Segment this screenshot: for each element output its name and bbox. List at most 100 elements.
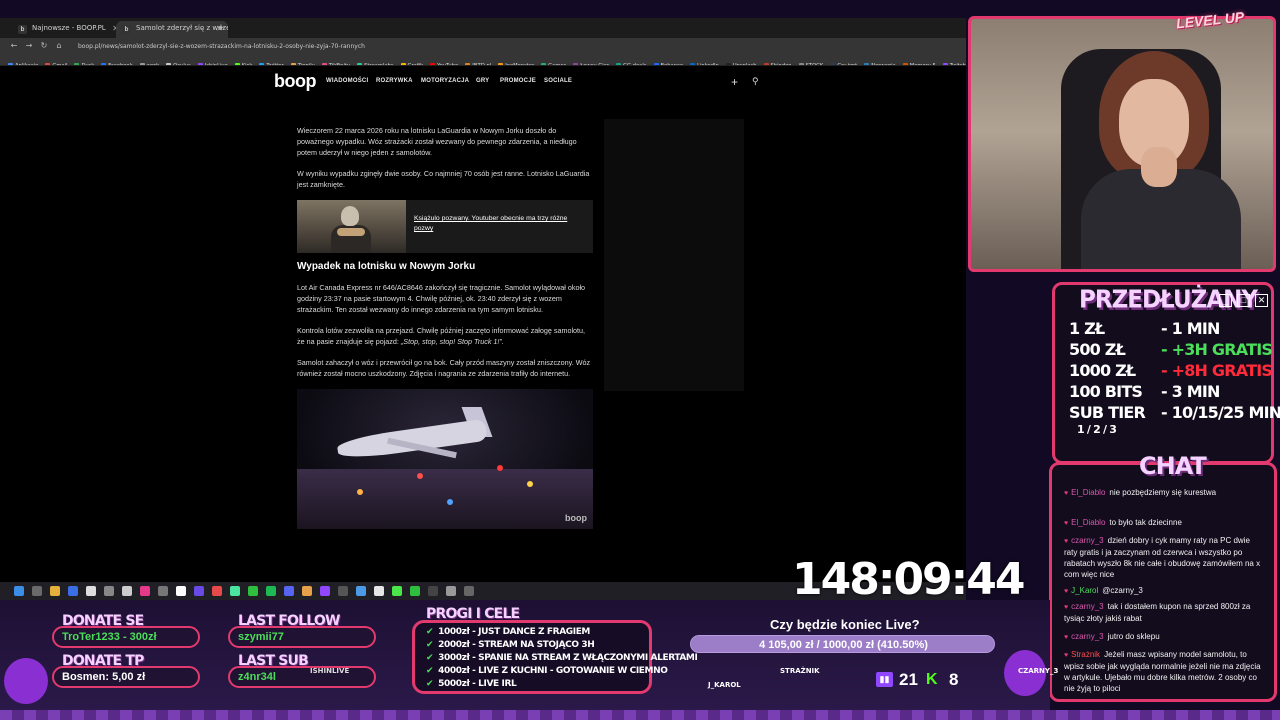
bookmark-label: IshinLive bbox=[204, 63, 228, 66]
kick-icon: K bbox=[926, 671, 938, 688]
bookmark-favicon-icon bbox=[616, 63, 621, 65]
app-icon[interactable] bbox=[86, 586, 96, 596]
bookmark-item[interactable]: Unsplash bbox=[725, 60, 757, 65]
app-icon[interactable] bbox=[410, 586, 420, 596]
checkmark-icon: ✔ bbox=[426, 679, 434, 689]
app-icon[interactable] bbox=[212, 586, 222, 596]
reload-icon[interactable]: ↻ bbox=[39, 41, 49, 51]
nav-wiadomosci[interactable]: WIADOMOŚCI bbox=[326, 78, 368, 84]
bookmark-item[interactable]: Games bbox=[541, 60, 566, 65]
app-icon[interactable] bbox=[104, 586, 114, 596]
last-sub-value: z4nr34l bbox=[238, 671, 276, 683]
bookmark-item[interactable]: Gmail bbox=[45, 60, 67, 65]
forward-icon[interactable]: → bbox=[24, 41, 34, 51]
bookmark-favicon-icon bbox=[74, 63, 80, 65]
related-article-card[interactable]: Książulo pozwany. Youtuber obecnie ma tr… bbox=[297, 200, 593, 253]
goal-text: 4000zł - LIVE Z KUCHNI - GOTOWANIE W CIE… bbox=[438, 666, 668, 676]
nav-motoryzacja[interactable]: MOTORYZACJA bbox=[421, 78, 469, 84]
search-icon[interactable] bbox=[32, 586, 42, 596]
webcam-feed bbox=[968, 16, 1276, 272]
chrome-icon[interactable] bbox=[392, 586, 402, 596]
nav-gry[interactable]: GRY bbox=[476, 78, 489, 84]
home-icon[interactable]: ⌂ bbox=[54, 41, 64, 51]
folder-icon[interactable] bbox=[50, 586, 60, 596]
bookmark-item[interactable]: Twitter bbox=[259, 60, 284, 66]
bookmark-item[interactable]: Aplikacje bbox=[8, 60, 38, 65]
bookmark-item[interactable]: JoeMonster bbox=[498, 60, 534, 65]
bookmark-item[interactable]: Behance bbox=[653, 60, 683, 65]
bookmark-item[interactable]: Memory 5 bbox=[902, 60, 936, 66]
bookmark-label: Facebook bbox=[108, 63, 133, 66]
bookmark-item[interactable]: Gry tmt bbox=[830, 60, 857, 65]
bookmark-item[interactable]: LinkedIn bbox=[690, 60, 719, 65]
twitch-icon[interactable] bbox=[320, 586, 330, 596]
bookmark-item[interactable]: Dysk bbox=[74, 60, 94, 65]
nav-rozrywka[interactable]: ROZRYWKA bbox=[376, 78, 413, 84]
site-logo[interactable]: boop bbox=[274, 71, 316, 92]
bookmark-item[interactable]: Twitch bbox=[942, 60, 966, 65]
heart-icon: ♥ bbox=[1064, 490, 1069, 497]
app-icon[interactable] bbox=[302, 586, 312, 596]
app-icon[interactable] bbox=[194, 586, 204, 596]
app-icon[interactable] bbox=[356, 586, 366, 596]
bookmark-item[interactable]: Oculus bbox=[166, 60, 191, 65]
related-article-link[interactable]: Książulo pozwany. Youtuber obecnie ma tr… bbox=[414, 214, 586, 234]
spotify-icon[interactable] bbox=[266, 586, 276, 596]
back-icon[interactable]: ← bbox=[9, 41, 19, 51]
windows-start-icon[interactable] bbox=[14, 586, 24, 596]
tab-najnowsze[interactable]: b Najnowsze - BOOP.PL ✕ bbox=[12, 21, 124, 38]
heart-icon: ♥ bbox=[1064, 652, 1069, 659]
chat-message: ♥ czarny_3 jutro do sklepu bbox=[1064, 631, 1264, 643]
bookmark-item[interactable]: IBZD.pl bbox=[465, 60, 491, 65]
app-icon[interactable] bbox=[140, 586, 150, 596]
bookmark-label: Shinden bbox=[770, 63, 792, 66]
xbox-icon[interactable] bbox=[248, 586, 258, 596]
article-paragraph: Kontrola lotów zezwoliła na przejazd. Ch… bbox=[297, 325, 593, 347]
bookmark-item[interactable]: Norwegia bbox=[864, 60, 896, 65]
nav-sociale[interactable]: SOCIALE bbox=[544, 78, 572, 84]
bookmark-item[interactable]: IshinLive bbox=[197, 60, 228, 66]
discord-icon[interactable] bbox=[284, 586, 294, 596]
app-icon[interactable] bbox=[446, 586, 456, 596]
bookmark-item[interactable]: Facebook bbox=[101, 60, 133, 66]
bookmark-item[interactable]: Shinden bbox=[763, 60, 792, 66]
bookmark-item[interactable]: work bbox=[139, 60, 159, 65]
subathon-panel: PRZEDŁUŻANY _ □ ✕ 1 ZŁ - 1 MIN 500 ZŁ - … bbox=[1052, 282, 1280, 464]
bookmark-item[interactable]: Łowcy Gier bbox=[573, 60, 609, 65]
price-amount: SUB TIER bbox=[1069, 403, 1146, 422]
related-thumbnail bbox=[297, 200, 406, 253]
chat-text: jutro do sklepu bbox=[1107, 632, 1160, 641]
bookmark-item[interactable]: Tippily bbox=[290, 60, 315, 65]
goal-text: 2000zł - STREAM NA STOJĄCO 3H bbox=[438, 640, 595, 650]
app-icon[interactable] bbox=[158, 586, 168, 596]
bookmark-item[interactable]: TikFinity bbox=[321, 60, 350, 65]
url-field[interactable]: boop.pl/news/samolot-zderzyl-sie-z-wozem… bbox=[78, 41, 958, 52]
quote: „Stop, stop, stop! Stop Truck 1!”. bbox=[400, 337, 504, 346]
app-icon[interactable] bbox=[176, 586, 186, 596]
browser-window: b Najnowsze - BOOP.PL ✕ b Samolot zderzy… bbox=[0, 18, 966, 600]
new-tab-icon[interactable]: + bbox=[215, 22, 227, 34]
search-icon[interactable]: ⚲ bbox=[752, 76, 759, 87]
app-icon[interactable] bbox=[464, 586, 474, 596]
bookmark-item[interactable]: STOCK bbox=[798, 60, 823, 65]
app-icon[interactable] bbox=[374, 586, 384, 596]
bookmark-label: Memory 5 bbox=[909, 63, 936, 66]
app-icon[interactable] bbox=[122, 586, 132, 596]
app-icon[interactable] bbox=[230, 586, 240, 596]
bookmark-label: Twitter bbox=[266, 63, 284, 66]
app-icon[interactable] bbox=[428, 586, 438, 596]
plus-icon[interactable]: + bbox=[731, 75, 738, 89]
app-icon[interactable] bbox=[338, 586, 348, 596]
tab-article[interactable]: b Samolot zderzył się z wozem strażackim… bbox=[116, 21, 228, 38]
address-bar: ← → ↻ ⌂ boop.pl/news/samolot-zderzyl-sie… bbox=[0, 38, 966, 54]
bookmark-item[interactable]: Streamlabs bbox=[357, 60, 394, 65]
bookmark-item[interactable]: Kick bbox=[234, 60, 252, 65]
article-paragraph: W wyniku wypadku zginęły dwie osoby. Co … bbox=[297, 169, 590, 189]
nav-promocje[interactable]: PROMOCJE bbox=[500, 78, 536, 84]
app-icon[interactable] bbox=[68, 586, 78, 596]
price-value: - 1 MIN bbox=[1161, 319, 1220, 338]
checkmark-icon: ✔ bbox=[426, 653, 434, 663]
bookmark-item[interactable]: Grafik bbox=[400, 60, 423, 65]
bookmark-item[interactable]: GG.deals bbox=[616, 60, 647, 65]
bookmark-item[interactable]: YouTube bbox=[430, 60, 458, 65]
